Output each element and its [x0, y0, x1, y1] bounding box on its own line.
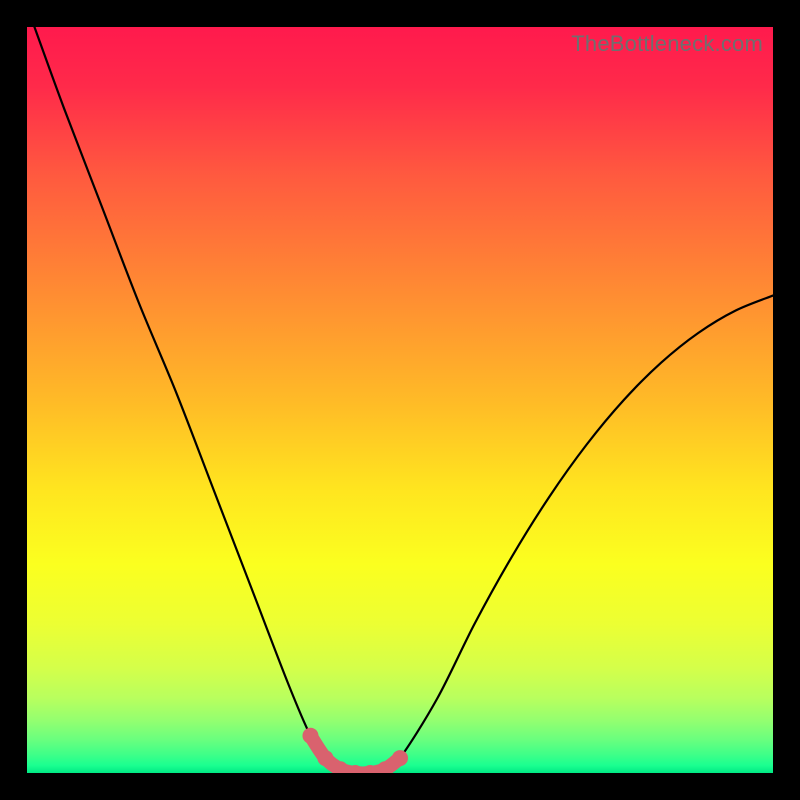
plot-area: TheBottleneck.com	[27, 27, 773, 773]
chart-frame: TheBottleneck.com	[0, 0, 800, 800]
watermark-text: TheBottleneck.com	[571, 31, 763, 57]
optimal-point	[317, 750, 333, 766]
optimal-point	[302, 728, 318, 744]
curve-layer	[27, 27, 773, 773]
optimal-point	[392, 750, 408, 766]
bottleneck-curve	[34, 27, 773, 773]
